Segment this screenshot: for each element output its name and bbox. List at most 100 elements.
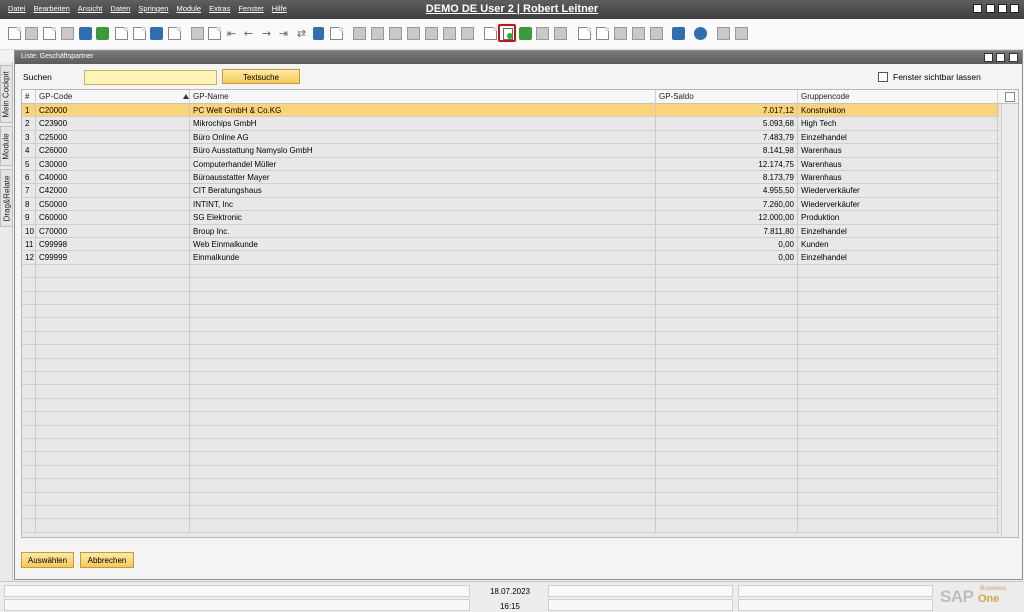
alert-icon[interactable] bbox=[596, 27, 609, 40]
col-header-gp-code[interactable]: GP-Code bbox=[36, 90, 190, 104]
table-cell bbox=[36, 452, 190, 466]
side-tab-cockpit[interactable]: Mein Cockpit bbox=[0, 65, 13, 123]
table-row-empty[interactable] bbox=[22, 305, 999, 319]
col-header-gruppencode[interactable]: Gruppencode bbox=[798, 90, 998, 104]
table-row-empty[interactable] bbox=[22, 398, 999, 413]
table-row-empty[interactable] bbox=[22, 318, 999, 332]
next-record-icon[interactable]: → bbox=[260, 27, 273, 40]
first-record-icon[interactable]: ⇤ bbox=[225, 27, 238, 40]
column-chooser-icon[interactable] bbox=[1005, 92, 1015, 102]
lock-icon[interactable] bbox=[168, 27, 181, 40]
table-row-empty[interactable] bbox=[22, 452, 999, 466]
tree-icon[interactable] bbox=[632, 27, 645, 40]
target-doc-icon[interactable] bbox=[371, 27, 384, 40]
table-row-empty[interactable] bbox=[22, 331, 999, 346]
fax-icon[interactable] bbox=[61, 27, 74, 40]
table-row-empty[interactable] bbox=[22, 439, 999, 453]
sort-icon[interactable] bbox=[330, 27, 343, 40]
table-row-empty[interactable] bbox=[22, 278, 999, 292]
col-header-gp-name[interactable]: GP-Name bbox=[190, 90, 656, 104]
about-icon[interactable] bbox=[735, 27, 748, 40]
web-icon[interactable] bbox=[672, 27, 685, 40]
table-row-empty[interactable] bbox=[22, 291, 999, 305]
upload-icon[interactable] bbox=[150, 27, 163, 40]
table-row-empty[interactable] bbox=[22, 385, 999, 399]
table-row-empty[interactable] bbox=[22, 465, 999, 480]
gross-profit-icon[interactable] bbox=[407, 27, 420, 40]
calendar-icon[interactable] bbox=[578, 27, 591, 40]
col-header-index[interactable]: # bbox=[22, 90, 36, 104]
table-row[interactable]: 2 C23900 Mikrochips GmbH 5.093,68 High Tech bbox=[22, 117, 999, 131]
new-record-icon[interactable] bbox=[498, 24, 516, 42]
app-maximize-icon[interactable] bbox=[998, 4, 1007, 13]
app-minimize-icon[interactable] bbox=[986, 4, 995, 13]
base-doc-icon[interactable] bbox=[353, 27, 366, 40]
side-tab-module[interactable]: Module bbox=[0, 126, 13, 166]
binoculars-icon[interactable] bbox=[191, 27, 204, 40]
word-icon[interactable] bbox=[115, 27, 128, 40]
excel-icon[interactable] bbox=[96, 27, 109, 40]
table-row-empty[interactable] bbox=[22, 264, 999, 279]
col-header-gp-saldo[interactable]: GP-Saldo bbox=[656, 90, 798, 104]
table-row[interactable]: 12 C99999 Einmalkunde 0,00 Einzelhandel bbox=[22, 251, 999, 265]
export-icon[interactable] bbox=[79, 27, 92, 40]
table-row-empty[interactable] bbox=[22, 425, 999, 439]
app-restore-icon[interactable] bbox=[973, 4, 982, 13]
text-search-button[interactable]: Textsuche bbox=[222, 69, 300, 84]
vertical-scrollbar[interactable] bbox=[1001, 104, 1018, 537]
table-cell bbox=[22, 345, 36, 359]
table-cell bbox=[656, 492, 798, 506]
search-input[interactable] bbox=[84, 70, 217, 85]
table-row[interactable]: 5 C30000 Computerhandel Müller 12.174,75 War… bbox=[22, 157, 999, 171]
table-row[interactable]: 4 C26000 Büro Ausstattung Namyslo GmbH 8.14… bbox=[22, 144, 999, 158]
report-icon[interactable] bbox=[614, 27, 627, 40]
refresh-icon[interactable]: ⇄ bbox=[295, 27, 308, 40]
edit-icon[interactable] bbox=[484, 27, 497, 40]
email-icon[interactable] bbox=[43, 27, 56, 40]
print-icon[interactable] bbox=[25, 27, 38, 40]
previous-record-icon[interactable]: ← bbox=[242, 27, 255, 40]
table-row[interactable]: 8 C50000 INTINT, Inc 7.260,00 Wiederverkäufe… bbox=[22, 197, 999, 212]
table-row-empty[interactable] bbox=[22, 479, 999, 493]
preview-icon[interactable] bbox=[8, 27, 21, 40]
approve-icon[interactable] bbox=[519, 27, 532, 40]
users-icon[interactable] bbox=[650, 27, 663, 40]
window-minimize-icon[interactable] bbox=[984, 53, 993, 62]
table-row[interactable]: 10 C70000 Broup Inc. 7.811,80 Einzelhandel bbox=[22, 224, 999, 238]
copy-icon[interactable] bbox=[133, 27, 146, 40]
filter-icon[interactable] bbox=[313, 27, 324, 40]
table-cell bbox=[36, 479, 190, 493]
app-close-icon[interactable] bbox=[1010, 4, 1019, 13]
window-maximize-icon[interactable] bbox=[996, 53, 1005, 62]
table-row[interactable]: 6 C40000 Büroausstatter Mayer 8.173,79 Waren… bbox=[22, 171, 999, 185]
table-row-empty[interactable] bbox=[22, 345, 999, 359]
table-row[interactable]: 3 C25000 Büro Online AG 7.483,79 Einzelhande… bbox=[22, 130, 999, 145]
select-button[interactable]: Auswählen bbox=[21, 552, 74, 568]
payment-icon[interactable] bbox=[425, 27, 438, 40]
table-row[interactable]: 9 C60000 SG Elektronic 12.000,00 Produktion bbox=[22, 211, 999, 225]
table-row-empty[interactable] bbox=[22, 358, 999, 372]
message-icon[interactable] bbox=[536, 27, 549, 40]
keep-visible-checkbox[interactable] bbox=[878, 72, 888, 82]
table-cell: Wiederverkäufer bbox=[798, 184, 998, 198]
table-row-empty[interactable] bbox=[22, 492, 999, 506]
settings-icon[interactable] bbox=[717, 27, 730, 40]
table-row-empty[interactable] bbox=[22, 372, 999, 386]
table-row-empty[interactable] bbox=[22, 506, 999, 520]
table-row[interactable]: 7 C42000 CIT Beratungshaus 4.955,50 Wiederve… bbox=[22, 184, 999, 198]
last-record-icon[interactable]: ⇥ bbox=[277, 27, 290, 40]
reply-icon[interactable] bbox=[554, 27, 567, 40]
table-row-empty[interactable] bbox=[22, 412, 999, 426]
sap-logo-one: One bbox=[978, 593, 1000, 605]
table-row[interactable]: 1 C20000 PC Welt GmbH & Co.KG 7.017,12 Konst… bbox=[22, 104, 999, 118]
new-doc-icon[interactable] bbox=[208, 27, 221, 40]
side-tab-drag-relate[interactable]: Drag&Relate bbox=[0, 169, 13, 227]
hand-icon[interactable] bbox=[389, 27, 402, 40]
freight-icon[interactable] bbox=[443, 27, 456, 40]
window-close-icon[interactable] bbox=[1009, 53, 1018, 62]
volume-icon[interactable] bbox=[461, 27, 474, 40]
table-row-empty[interactable] bbox=[22, 519, 999, 533]
table-row[interactable]: 11 C99998 Web Einmalkunde 0,00 Kunden bbox=[22, 238, 999, 252]
cancel-button[interactable]: Abbrechen bbox=[80, 552, 134, 568]
help-icon[interactable] bbox=[694, 27, 707, 40]
